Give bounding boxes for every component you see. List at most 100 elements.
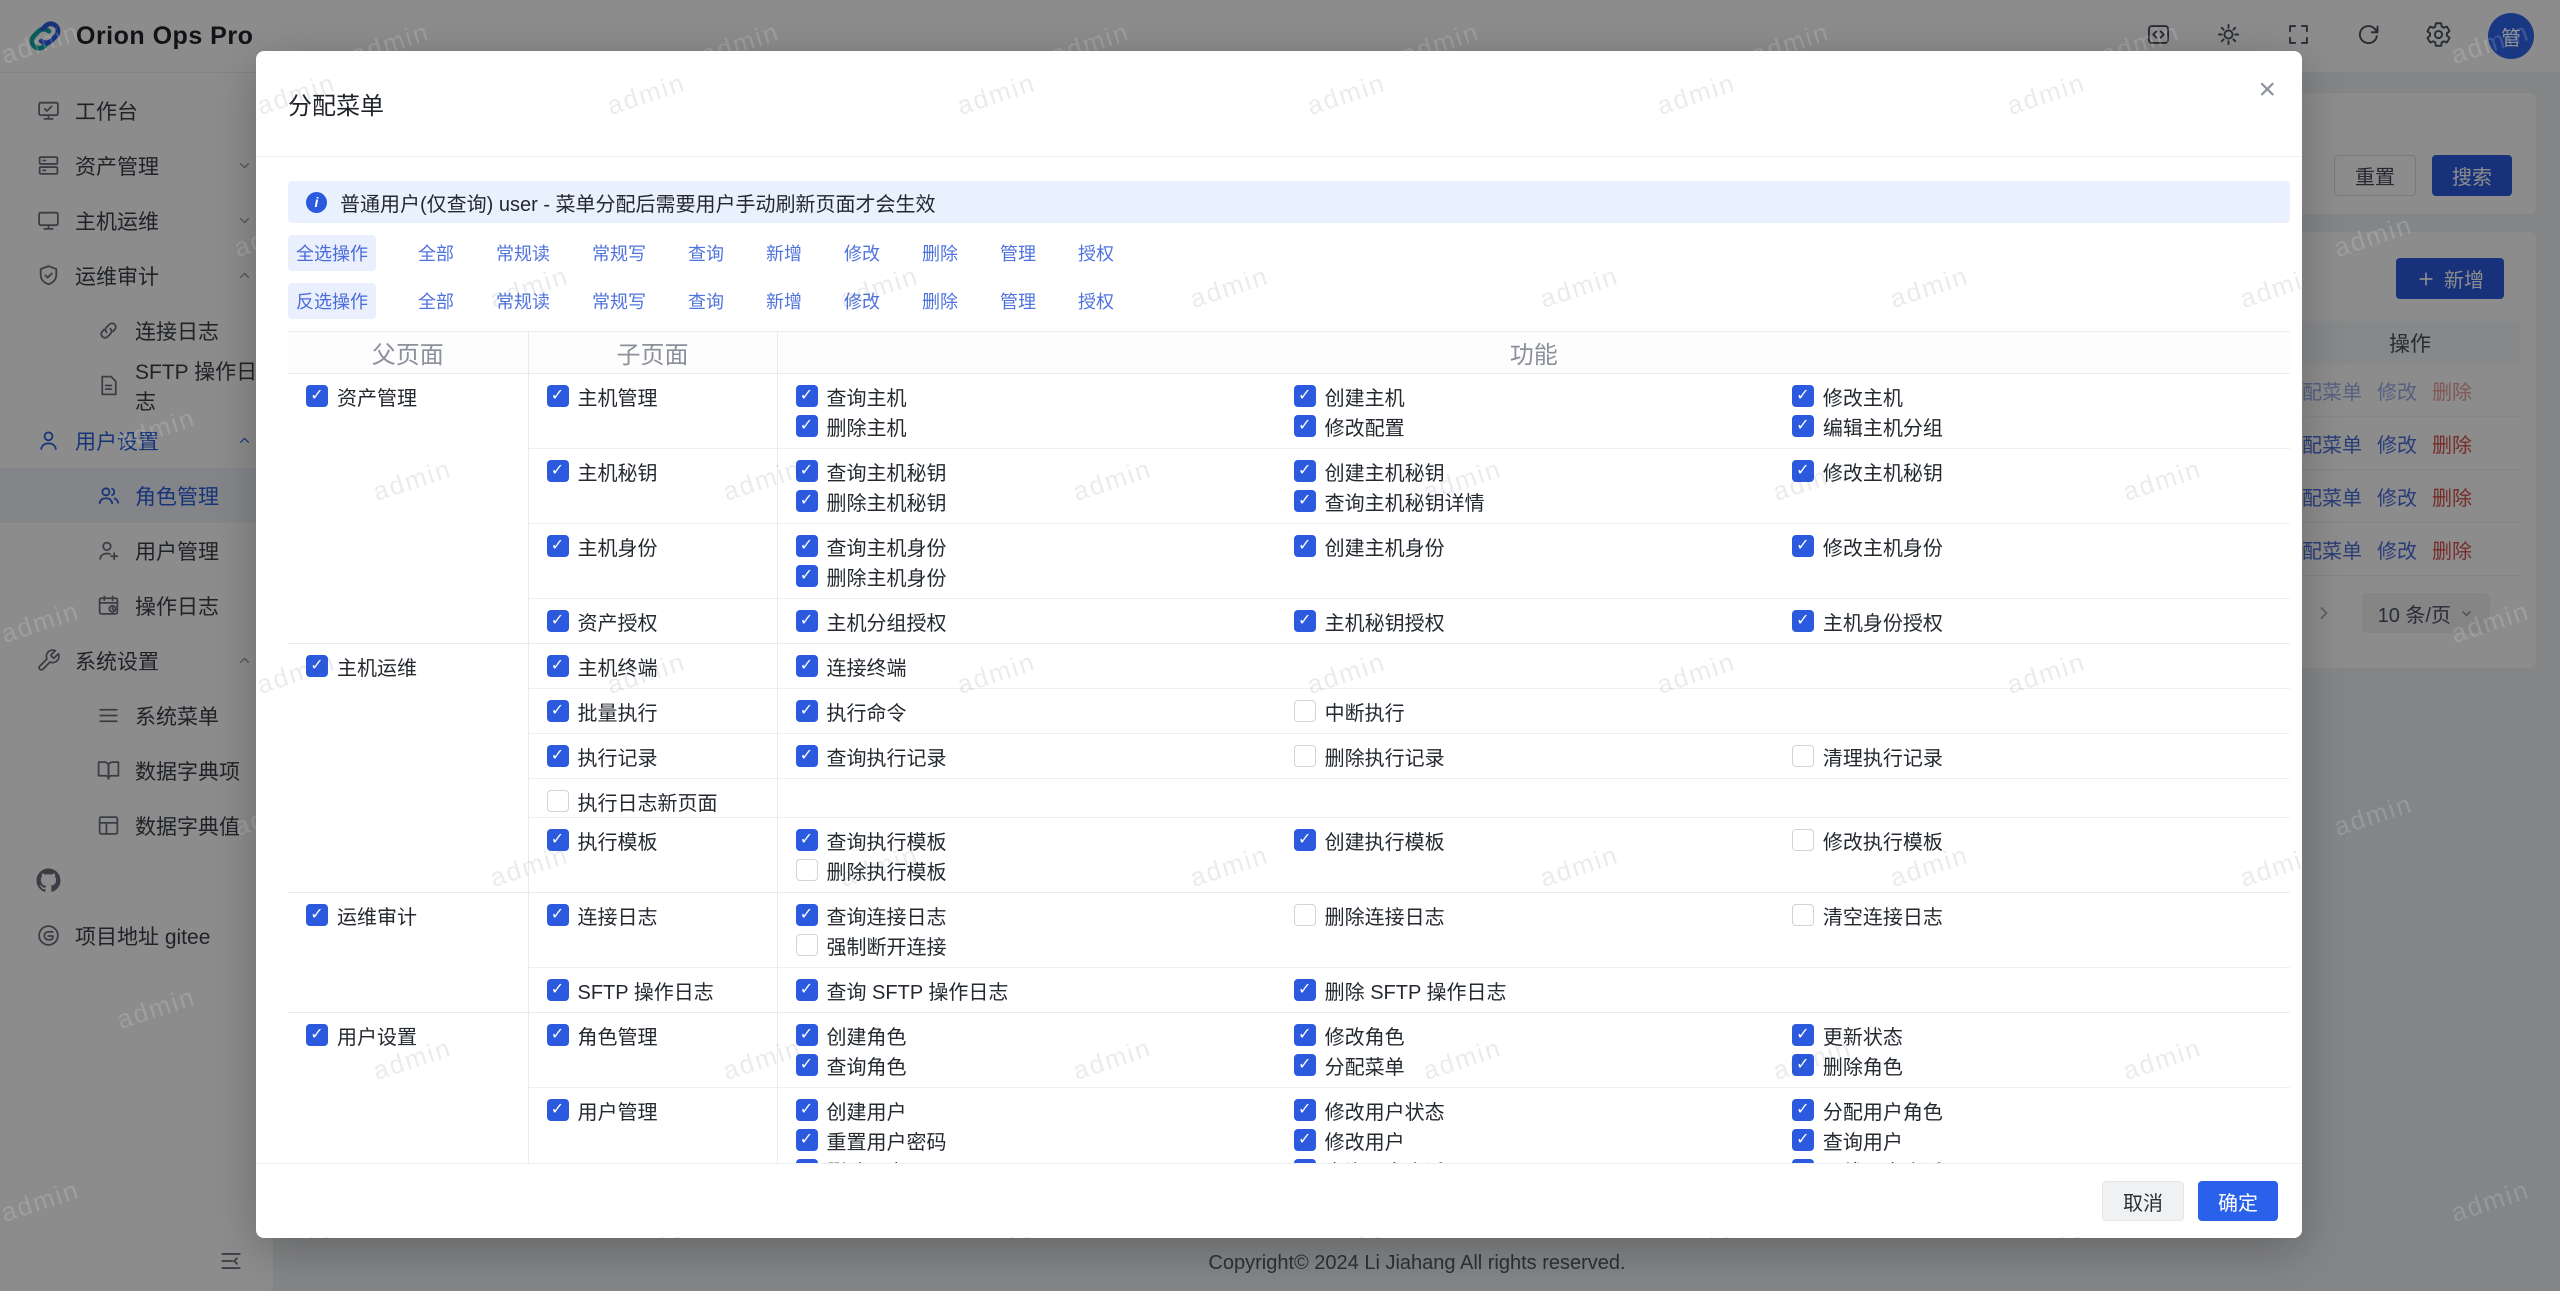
checkbox[interactable] [796,535,818,557]
checkbox[interactable] [547,1099,569,1121]
checkbox[interactable] [1294,385,1316,407]
checkbox[interactable] [1294,700,1316,722]
function-checkbox-item[interactable]: 查询主机身份 [796,531,1294,561]
parent-page-checkbox-item[interactable]: 资产管理 [306,381,417,411]
checkbox[interactable] [306,385,328,407]
checkbox[interactable] [796,1129,818,1151]
select-all-ops-link[interactable]: 全选操作 [288,235,376,271]
function-checkbox-item[interactable]: 创建主机 [1294,381,1792,411]
sub-page-checkbox-item[interactable]: 执行记录 [547,741,658,771]
checkbox[interactable] [796,1099,818,1121]
function-checkbox-item[interactable]: 删除主机秘钥 [796,486,1294,516]
checkbox[interactable] [547,535,569,557]
checkbox[interactable] [1792,904,1814,926]
filter-link-0-4[interactable]: 新增 [766,240,802,266]
checkbox[interactable] [547,610,569,632]
checkbox[interactable] [796,1159,818,1163]
function-checkbox-item[interactable]: 修改用户 [1294,1125,1792,1155]
filter-link-0-0[interactable]: 全部 [418,240,454,266]
parent-page-checkbox-item[interactable]: 运维审计 [306,900,417,930]
function-checkbox-item[interactable]: 删除用户 [796,1155,1294,1163]
checkbox[interactable] [547,904,569,926]
sub-page-checkbox-item[interactable]: 主机身份 [547,531,658,561]
function-checkbox-item[interactable]: 查询角色 [796,1050,1294,1080]
function-checkbox-item[interactable]: 重置用户密码 [796,1125,1294,1155]
function-checkbox-item[interactable]: 查询用户 [1792,1125,2290,1155]
checkbox[interactable] [796,610,818,632]
filter-link-0-8[interactable]: 授权 [1078,240,1114,266]
checkbox[interactable] [796,934,818,956]
checkbox[interactable] [547,460,569,482]
filter-link-1-0[interactable]: 全部 [418,288,454,314]
checkbox[interactable] [1792,1054,1814,1076]
checkbox[interactable] [1294,1159,1316,1163]
checkbox[interactable] [1792,1024,1814,1046]
checkbox[interactable] [1294,415,1316,437]
filter-link-1-8[interactable]: 授权 [1078,288,1114,314]
function-checkbox-item[interactable]: 修改主机身份 [1792,531,2290,561]
function-checkbox-item[interactable]: 中断执行 [1294,696,1792,726]
sub-page-checkbox-item[interactable]: 用户管理 [547,1095,658,1125]
function-checkbox-item[interactable]: 分配菜单 [1294,1050,1792,1080]
function-checkbox-item[interactable]: 查询 SFTP 操作日志 [796,975,1294,1005]
function-checkbox-item[interactable]: 删除 SFTP 操作日志 [1294,975,1792,1005]
filter-link-0-7[interactable]: 管理 [1000,240,1036,266]
checkbox[interactable] [1792,1159,1814,1163]
function-checkbox-item[interactable]: 主机秘钥授权 [1294,606,1792,636]
checkbox[interactable] [1792,1099,1814,1121]
function-checkbox-item[interactable]: 修改主机 [1792,381,2290,411]
checkbox[interactable] [1294,1129,1316,1151]
checkbox[interactable] [547,979,569,1001]
function-checkbox-item[interactable]: 创建主机秘钥 [1294,456,1792,486]
function-checkbox-item[interactable]: 查询执行模板 [796,825,1294,855]
checkbox[interactable] [796,1054,818,1076]
checkbox[interactable] [547,790,569,812]
checkbox[interactable] [547,385,569,407]
checkbox[interactable] [796,385,818,407]
filter-link-0-5[interactable]: 修改 [844,240,880,266]
checkbox[interactable] [1294,610,1316,632]
filter-link-0-3[interactable]: 查询 [688,240,724,266]
function-checkbox-item[interactable]: 查询主机秘钥 [796,456,1294,486]
function-checkbox-item[interactable]: 查询用户会话 [1294,1155,1792,1163]
sub-page-checkbox-item[interactable]: 主机秘钥 [547,456,658,486]
checkbox[interactable] [1294,1054,1316,1076]
filter-link-1-6[interactable]: 删除 [922,288,958,314]
checkbox[interactable] [796,904,818,926]
checkbox[interactable] [547,700,569,722]
function-checkbox-item[interactable]: 更新状态 [1792,1020,2290,1050]
function-checkbox-item[interactable]: 下线用户会话 [1792,1155,2290,1163]
filter-link-0-2[interactable]: 常规写 [592,240,646,266]
checkbox[interactable] [306,1024,328,1046]
checkbox[interactable] [796,979,818,1001]
function-checkbox-item[interactable]: 修改执行模板 [1792,825,2290,855]
function-checkbox-item[interactable]: 删除主机身份 [796,561,1294,591]
sub-page-checkbox-item[interactable]: SFTP 操作日志 [547,975,714,1005]
checkbox[interactable] [1792,415,1814,437]
checkbox[interactable] [306,904,328,926]
checkbox[interactable] [796,565,818,587]
function-checkbox-item[interactable]: 查询主机 [796,381,1294,411]
checkbox[interactable] [1792,829,1814,851]
function-checkbox-item[interactable]: 创建主机身份 [1294,531,1792,561]
checkbox[interactable] [796,1024,818,1046]
checkbox[interactable] [796,829,818,851]
checkbox[interactable] [1294,535,1316,557]
function-checkbox-item[interactable]: 强制断开连接 [796,930,1294,960]
checkbox[interactable] [796,460,818,482]
checkbox[interactable] [796,415,818,437]
sub-page-checkbox-item[interactable]: 执行模板 [547,825,658,855]
checkbox[interactable] [796,859,818,881]
function-checkbox-item[interactable]: 修改角色 [1294,1020,1792,1050]
sub-page-checkbox-item[interactable]: 执行日志新页面 [547,786,718,816]
checkbox[interactable] [796,655,818,677]
checkbox[interactable] [1294,904,1316,926]
function-checkbox-item[interactable]: 删除执行记录 [1294,741,1792,771]
function-checkbox-item[interactable]: 清空连接日志 [1792,900,2290,930]
function-checkbox-item[interactable]: 修改用户状态 [1294,1095,1792,1125]
checkbox[interactable] [547,829,569,851]
function-checkbox-item[interactable]: 删除角色 [1792,1050,2290,1080]
invert-select-ops-link[interactable]: 反选操作 [288,283,376,319]
function-checkbox-item[interactable]: 编辑主机分组 [1792,411,2290,441]
checkbox[interactable] [306,655,328,677]
